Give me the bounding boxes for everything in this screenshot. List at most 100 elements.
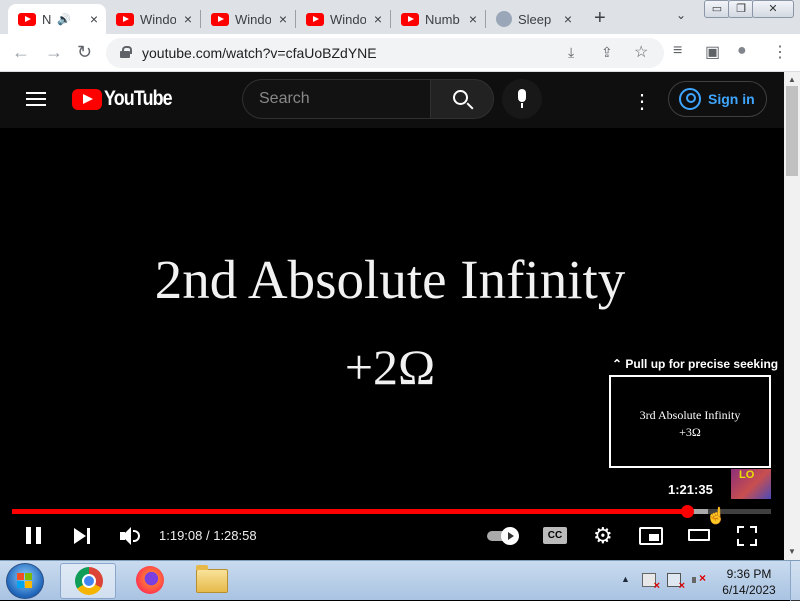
close-window-button[interactable]: ✕ (752, 0, 794, 18)
tab-search-icon[interactable]: ⌄ (676, 8, 686, 22)
url-text[interactable]: youtube.com/watch?v=cfaUoBZdYNE (142, 45, 377, 61)
clock-date: 6/14/2023 (722, 583, 776, 597)
fullscreen-corner-icon (750, 539, 757, 546)
hamburger-menu-icon[interactable] (26, 92, 46, 106)
close-tab-icon[interactable]: × (469, 11, 477, 27)
scroll-thumb[interactable] (786, 86, 798, 176)
youtube-header: YouTube ⋮ Sign in (0, 72, 784, 128)
address-bar[interactable]: youtube.com/watch?v=cfaUoBZdYNE ⤓ ⇪ ☆ (106, 38, 664, 68)
tab-window-1[interactable]: Windo × (106, 4, 200, 34)
speaker-icon[interactable]: 🔊 (57, 13, 71, 26)
voice-search-button[interactable] (502, 79, 542, 119)
close-tab-icon[interactable]: × (184, 11, 192, 27)
windows-logo-icon (17, 573, 33, 589)
more-options-icon[interactable]: ⋮ (632, 89, 652, 114)
progress-scrubber-handle[interactable] (681, 505, 695, 518)
search-input[interactable] (242, 79, 430, 119)
tab-window-3[interactable]: Windo × (296, 4, 390, 34)
search-button[interactable] (430, 79, 494, 119)
close-tab-icon[interactable]: × (279, 11, 287, 27)
volume-muted-icon[interactable] (692, 571, 706, 587)
install-icon[interactable]: ⤓ (568, 44, 574, 61)
tab-title: Sleep (518, 11, 552, 27)
youtube-icon (306, 12, 324, 26)
fullscreen-corner-icon (737, 526, 744, 533)
hand-cursor-icon: ☝ (706, 508, 726, 525)
tab-numbers[interactable]: Numb × (391, 4, 485, 34)
sign-in-label: Sign in (708, 91, 755, 107)
lock-icon[interactable] (120, 46, 132, 58)
close-tab-icon[interactable]: × (564, 11, 572, 27)
settings-gear-icon[interactable]: ⚙ (593, 525, 613, 547)
reload-button[interactable]: ↻ (77, 42, 92, 63)
show-desktop-button[interactable] (790, 561, 800, 601)
youtube-logo-text[interactable]: YouTube (104, 87, 173, 111)
reading-list-icon[interactable]: ≡ (673, 42, 682, 60)
action-center-flag-icon[interactable] (642, 573, 660, 592)
maximize-button[interactable]: ❐ (728, 0, 754, 18)
scroll-down-arrow-icon[interactable]: ▼ (788, 547, 796, 556)
show-hidden-icons-arrow-icon[interactable]: ▲ (621, 574, 630, 584)
scroll-up-arrow-icon[interactable]: ▲ (788, 75, 796, 84)
video-player[interactable]: 2nd Absolute Infinity +2Ω ⌃ Pull up for … (0, 128, 784, 560)
tab-sleep[interactable]: Sleep × (486, 4, 580, 34)
youtube-icon (18, 12, 36, 26)
seek-preview-thumbnail: 3rd Absolute Infinity +3Ω (609, 375, 771, 468)
browser-tab-strip: N 🔊 × Windo × Windo × Windo × Numb × Sle… (0, 0, 800, 34)
bookmark-star-icon[interactable]: ☆ (634, 42, 648, 62)
start-button[interactable] (6, 563, 44, 599)
side-panel-icon[interactable]: ▣ (705, 42, 720, 62)
tab-title: Numb (425, 11, 460, 27)
cat-icon (496, 11, 512, 27)
fullscreen-button[interactable] (737, 526, 757, 546)
close-tab-icon[interactable]: × (90, 11, 98, 27)
taskbar-chrome-button[interactable] (60, 563, 116, 599)
tab-youtube-active[interactable]: N 🔊 × (8, 4, 106, 34)
taskbar-explorer-button[interactable] (184, 563, 240, 599)
youtube-logo-icon[interactable] (72, 89, 102, 110)
end-card-thumbnail[interactable]: LO (731, 469, 771, 499)
preview-timestamp: 1:21:35 (668, 482, 713, 497)
preview-line-1: 3rd Absolute Infinity (639, 408, 741, 422)
progress-played-fill (12, 509, 688, 514)
youtube-icon (401, 12, 419, 26)
chrome-icon (75, 567, 103, 595)
sign-in-button[interactable]: Sign in (668, 81, 767, 117)
new-tab-button[interactable]: + (594, 7, 606, 30)
progress-bar[interactable] (12, 505, 771, 518)
system-clock[interactable]: 9:36 PM 6/14/2023 (716, 566, 782, 598)
miniplayer-button[interactable] (639, 527, 663, 545)
pause-icon (36, 527, 41, 544)
share-icon[interactable]: ⇪ (601, 44, 613, 61)
close-tab-icon[interactable]: × (374, 11, 382, 27)
forward-button[interactable]: → (45, 42, 63, 63)
fullscreen-corner-icon (737, 539, 744, 546)
taskbar-firefox-button[interactable] (122, 563, 178, 599)
chrome-menu-icon[interactable]: ⋮ (772, 42, 788, 62)
theater-mode-button[interactable] (688, 529, 710, 541)
minimize-button[interactable]: ▭ (704, 0, 730, 18)
browser-toolbar: ← → ↻ youtube.com/watch?v=cfaUoBZdYNE ⤓ … (0, 34, 800, 72)
windows-taskbar: ▲ 9:36 PM 6/14/2023 (0, 560, 800, 601)
tab-title: Windo (235, 11, 271, 27)
tab-title: Windo (330, 11, 366, 27)
tab-window-2[interactable]: Windo × (201, 4, 295, 34)
page-scrollbar[interactable]: ▲ ▼ (784, 72, 800, 560)
next-video-button[interactable] (72, 524, 92, 548)
profile-avatar-icon[interactable]: ● (737, 42, 747, 60)
pause-icon (26, 527, 31, 544)
volume-button[interactable] (120, 524, 142, 548)
preview-text: 3rd Absolute Infinity +3Ω (611, 407, 769, 441)
time-display: 1:19:08 / 1:28:58 (159, 528, 257, 543)
youtube-icon (116, 12, 134, 26)
account-icon (679, 88, 701, 110)
subtitles-button[interactable]: CC (543, 527, 567, 544)
pause-button[interactable] (26, 524, 44, 548)
microphone-icon (518, 89, 526, 108)
end-card-label: LO (739, 469, 755, 481)
network-icon[interactable] (667, 573, 685, 592)
volume-icon (133, 530, 140, 542)
back-button[interactable]: ← (12, 42, 30, 63)
youtube-icon (211, 12, 229, 26)
autoplay-toggle[interactable] (487, 527, 521, 545)
